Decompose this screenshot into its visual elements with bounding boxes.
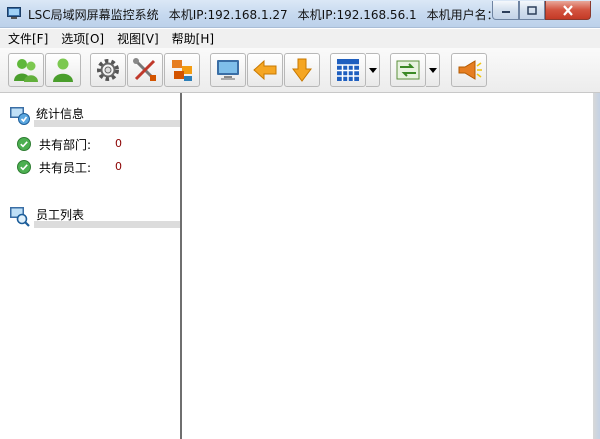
menu-help[interactable]: 帮助[H] (172, 30, 214, 47)
stats-header-bar (34, 120, 181, 127)
toolbar-tools-button[interactable] (127, 53, 163, 87)
menu-file[interactable]: 文件[F] (8, 30, 48, 47)
toolbar-network-button[interactable] (164, 53, 200, 87)
stat-departments-label: 共有部门: (39, 138, 92, 152)
title-app-name: LSC局域网屏幕监控系统 (28, 8, 159, 22)
title-ip-1: 本机IP:192.168.1.27 (168, 8, 288, 22)
app-icon (7, 7, 21, 19)
window-right-border (593, 93, 600, 439)
main-view-area[interactable] (183, 94, 593, 439)
menu-bar: 文件[F] 选项[O] 视图[V] 帮助[H] (0, 29, 600, 48)
toolbar-broadcast-button[interactable] (451, 53, 487, 87)
stat-employees-value: 0 (115, 160, 122, 173)
stat-employees: 共有员工: 0 (17, 159, 177, 175)
user-icon (53, 58, 73, 82)
grid-icon (337, 59, 359, 81)
title-ip-2: 本机IP:192.168.56.1 (297, 8, 417, 22)
panel-splitter[interactable] (180, 93, 182, 439)
window-title: LSC局域网屏幕监控系统 本机IP:192.168.1.27 本机IP:192.16… (28, 6, 534, 23)
maximize-button[interactable] (519, 1, 545, 20)
maximize-icon (527, 5, 537, 15)
search-icon (10, 207, 30, 227)
check-icon (17, 137, 31, 151)
network-icon (172, 60, 192, 81)
minimize-button[interactable] (492, 1, 519, 20)
stat-departments-value: 0 (115, 137, 122, 150)
toolbar-user-add-button[interactable] (8, 53, 44, 87)
close-icon (563, 4, 573, 16)
minimize-icon (501, 11, 510, 13)
tools-icon (133, 58, 156, 81)
arrow-left-icon (253, 59, 277, 81)
arrow-down-icon (292, 58, 312, 82)
transfer-icon (396, 60, 420, 80)
left-panel: 统计信息 共有部门: 0 共有员工: 0 员工列表 (6, 94, 181, 439)
broadcast-icon (458, 60, 482, 80)
gear-icon (97, 59, 119, 81)
menu-view[interactable]: 视图[V] (117, 30, 159, 47)
check-icon (17, 160, 31, 174)
stat-employees-label: 共有员工: (39, 161, 92, 175)
menu-options[interactable]: 选项[O] (61, 30, 104, 47)
toolbar-transfer-button[interactable] (390, 53, 426, 87)
toolbar-transfer-dropdown[interactable] (426, 53, 440, 87)
toolbar-user-button[interactable] (45, 53, 81, 87)
statistics-icon (10, 107, 30, 125)
stat-departments: 共有部门: 0 (17, 136, 177, 152)
toolbar-back-button[interactable] (247, 53, 283, 87)
toolbar (0, 48, 600, 93)
toolbar-monitor-button[interactable] (210, 53, 246, 87)
employee-list-header-bar (34, 221, 181, 228)
toolbar-grid-dropdown[interactable] (366, 53, 380, 87)
title-bar: LSC局域网屏幕监控系统 本机IP:192.168.1.27 本机IP:192.16… (0, 0, 600, 28)
user-add-icon (14, 59, 38, 82)
toolbar-download-button[interactable] (284, 53, 320, 87)
toolbar-grid-button[interactable] (330, 53, 366, 87)
monitor-icon (217, 60, 239, 80)
toolbar-settings-button[interactable] (90, 53, 126, 87)
close-button[interactable] (545, 1, 591, 20)
